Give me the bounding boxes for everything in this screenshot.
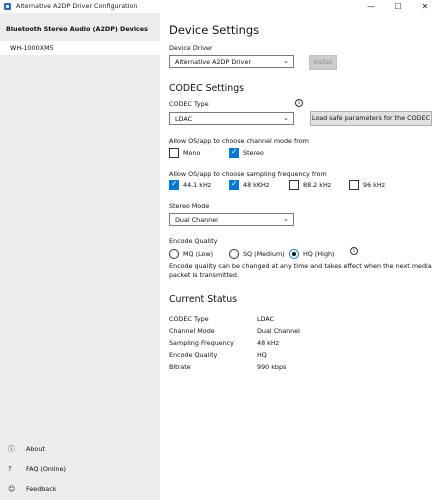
device-driver-value: Alternative A2DP Driver [175,58,252,66]
codec-info-icon[interactable]: i [295,99,303,107]
sidebar-header: Bluetooth Stereo Audio (A2DP) Devices [6,25,148,33]
sidebar-item-device[interactable]: WH-1000XM5 [0,41,163,55]
feedback-label: Feedback [26,485,57,493]
chevron-down-icon: ⌄ [283,57,289,65]
stereo-mode-dropdown[interactable]: Dual Channel ⌄ [169,213,294,226]
freq-88-2-checkbox[interactable] [289,180,299,190]
hq-high-label: HQ (High) [303,250,335,258]
mq-low-label: MQ (Low) [183,250,214,258]
freq-44-1-checkbox[interactable] [169,179,179,190]
window-title: Alternative A2DP Driver Configuration [16,2,138,10]
faq-label: FAQ (Online) [26,465,67,473]
chevron-down-icon: ⌄ [283,215,289,223]
codec-type-label: CODEC Type [169,100,209,108]
sampling-frequency-label: Allow OS/app to choose sampling frequenc… [169,170,327,178]
freq-48-checkbox[interactable] [229,179,239,190]
freq-96-label: 96 kHz [363,181,386,189]
status-channel-mode-key: Channel Mode [169,327,215,335]
minimize-button[interactable]: — [360,0,382,13]
info-icon: ⓘ [8,445,15,453]
mq-low-radio[interactable] [169,249,179,259]
mono-label: Mono [183,149,201,157]
channel-mode-label: Allow OS/app to choose channel mode from [169,137,309,145]
stereo-mode-value: Dual Channel [175,216,218,224]
sq-medium-radio[interactable] [229,249,239,259]
mono-checkbox[interactable] [169,148,179,158]
feedback-icon: ☺ [8,485,16,493]
encode-info-icon[interactable]: i [350,247,358,255]
freq-96-checkbox[interactable] [349,180,359,190]
load-safe-parameters-button[interactable]: Load safe parameters for the CODEC [310,111,432,126]
status-codec-type-value: LDAC [257,315,275,323]
device-driver-label: Device Driver [169,44,213,52]
stereo-checkbox[interactable] [229,147,239,158]
status-bitrate-key: Bitrate [169,363,191,371]
sidebar-item-label: WH-1000XM5 [10,44,54,52]
status-sampling-frequency-key: Sampling Frequency [169,339,234,347]
freq-88-2-label: 88.2 kHz [303,181,332,189]
install-button[interactable]: Install [309,55,337,70]
app-icon [4,3,11,10]
title-bar: Alternative A2DP Driver Configuration — … [0,0,440,13]
sidebar: Bluetooth Stereo Audio (A2DP) Devices WH… [0,13,163,500]
about-label: About [26,445,45,453]
help-icon: ? [8,465,12,473]
close-button[interactable]: ✕ [414,0,436,13]
device-settings-title: Device Settings [169,23,260,37]
stereo-mode-label: Stereo Mode [169,202,210,210]
status-encode-quality-value: HQ [257,351,267,359]
status-sampling-frequency-value: 48 kHz [257,339,280,347]
status-codec-type-key: CODEC Type [169,315,209,323]
codec-type-dropdown[interactable]: LDAC ⌄ [169,112,294,125]
chevron-down-icon: ⌄ [283,114,289,122]
hq-high-radio[interactable] [289,249,299,259]
status-encode-quality-key: Encode Quality [169,351,218,359]
status-bitrate-value: 990 kbps [257,363,287,371]
current-status-title: Current Status [169,294,238,305]
maximize-button[interactable]: ☐ [387,0,409,13]
freq-44-1-label: 44.1 kHz [183,181,212,189]
device-driver-dropdown[interactable]: Alternative A2DP Driver ⌄ [169,55,294,68]
main-panel: Device Settings Device Driver Alternativ… [160,13,440,500]
freq-48-label: 48 kKHz [243,181,270,189]
codec-type-value: LDAC [175,115,193,123]
status-channel-mode-value: Dual Channel [257,327,300,335]
encode-quality-label: Encode Quality [169,237,218,245]
encode-quality-note: Encode quality can be changed at any tim… [169,262,432,279]
stereo-label: Stereo [243,149,264,157]
sq-medium-label: SQ (Medium) [243,250,285,258]
codec-settings-title: CODEC Settings [169,83,245,94]
